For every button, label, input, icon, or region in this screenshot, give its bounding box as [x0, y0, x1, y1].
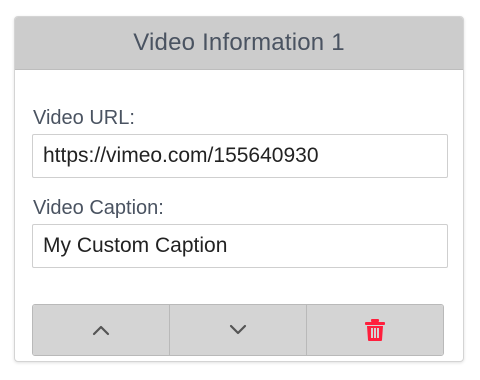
video-url-input[interactable]	[32, 134, 448, 178]
chevron-down-icon	[229, 324, 247, 336]
panel-title: Video Information 1	[15, 17, 463, 70]
chevron-up-icon	[92, 324, 110, 336]
panel-body: Video URL: Video Caption:	[15, 70, 463, 356]
trash-icon	[364, 318, 386, 342]
video-url-label: Video URL:	[33, 107, 135, 129]
video-url-group: Video URL:	[32, 106, 448, 178]
video-caption-label: Video Caption:	[33, 197, 164, 219]
move-up-button[interactable]	[33, 305, 170, 355]
video-information-panel: Video Information 1 Video URL: Video Cap…	[14, 16, 464, 362]
item-actions-toolbar	[32, 304, 444, 356]
video-caption-input[interactable]	[32, 224, 448, 268]
video-caption-group: Video Caption:	[32, 196, 448, 268]
delete-button[interactable]	[307, 305, 443, 355]
move-down-button[interactable]	[170, 305, 307, 355]
